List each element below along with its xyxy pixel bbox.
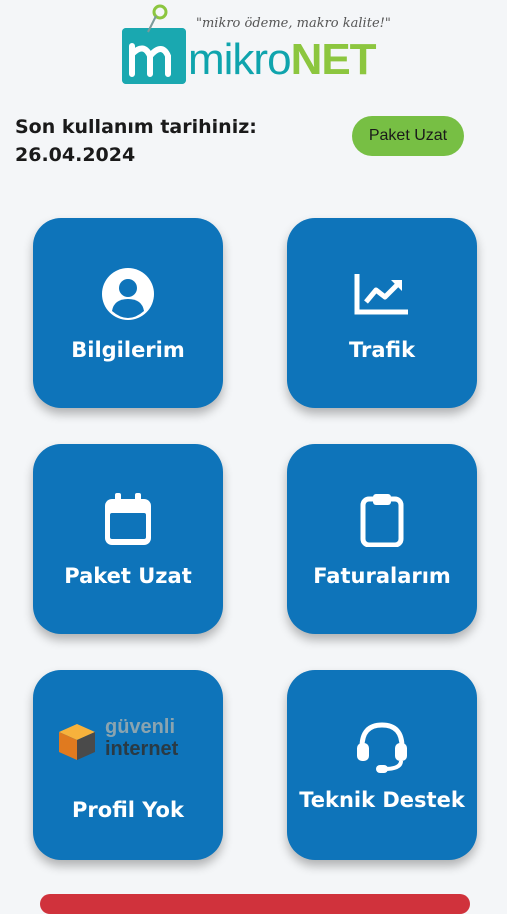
tile-label: Bilgilerim xyxy=(71,338,185,362)
internet-text: internet xyxy=(105,738,179,760)
tile-teknik-destek[interactable]: Teknik Destek xyxy=(287,670,477,860)
tile-trafik[interactable]: Trafik xyxy=(287,218,477,408)
guvenli-internet-logo: güvenli internet xyxy=(53,714,203,770)
tile-paket-uzat[interactable]: Paket Uzat xyxy=(33,444,223,634)
mikronet-logo-mark xyxy=(122,28,186,84)
user-circle-icon xyxy=(33,266,223,322)
guvenli-internet-box-icon xyxy=(59,724,95,760)
tile-label: Faturalarım xyxy=(313,564,451,588)
logo-pin-icon xyxy=(147,4,168,33)
tile-label: Profil Yok xyxy=(72,798,184,822)
brand-name-part1: mikro xyxy=(188,35,292,84)
last-used-info: Son kullanım tarihiniz: 26.04.2024 xyxy=(15,113,257,169)
mikronet-logo: "mikro ödeme, makro kalite!" mikroNET xyxy=(118,4,398,86)
extend-package-button[interactable]: Paket Uzat xyxy=(352,116,464,156)
guvenli-text: güvenli xyxy=(105,716,176,738)
tile-faturalarim[interactable]: Faturalarım xyxy=(287,444,477,634)
chart-line-icon xyxy=(287,266,477,322)
clipboard-icon xyxy=(287,492,477,548)
tile-bilgilerim[interactable]: Bilgilerim xyxy=(33,218,223,408)
calendar-icon xyxy=(33,492,223,548)
brand-tagline: "mikro ödeme, makro kalite!" xyxy=(196,16,391,31)
bottom-red-button[interactable] xyxy=(40,894,470,914)
tile-label: Teknik Destek xyxy=(299,788,465,812)
headset-icon xyxy=(287,718,477,774)
last-used-date: 26.04.2024 xyxy=(15,144,136,166)
last-used-label: Son kullanım tarihiniz: xyxy=(15,116,257,138)
brand-name-part2: NET xyxy=(290,35,377,84)
tile-label: Paket Uzat xyxy=(64,564,192,588)
tile-profil-yok[interactable]: güvenli internet Profil Yok xyxy=(33,670,223,860)
brand-name: mikroNET xyxy=(188,35,377,84)
tile-label: Trafik xyxy=(348,338,416,362)
